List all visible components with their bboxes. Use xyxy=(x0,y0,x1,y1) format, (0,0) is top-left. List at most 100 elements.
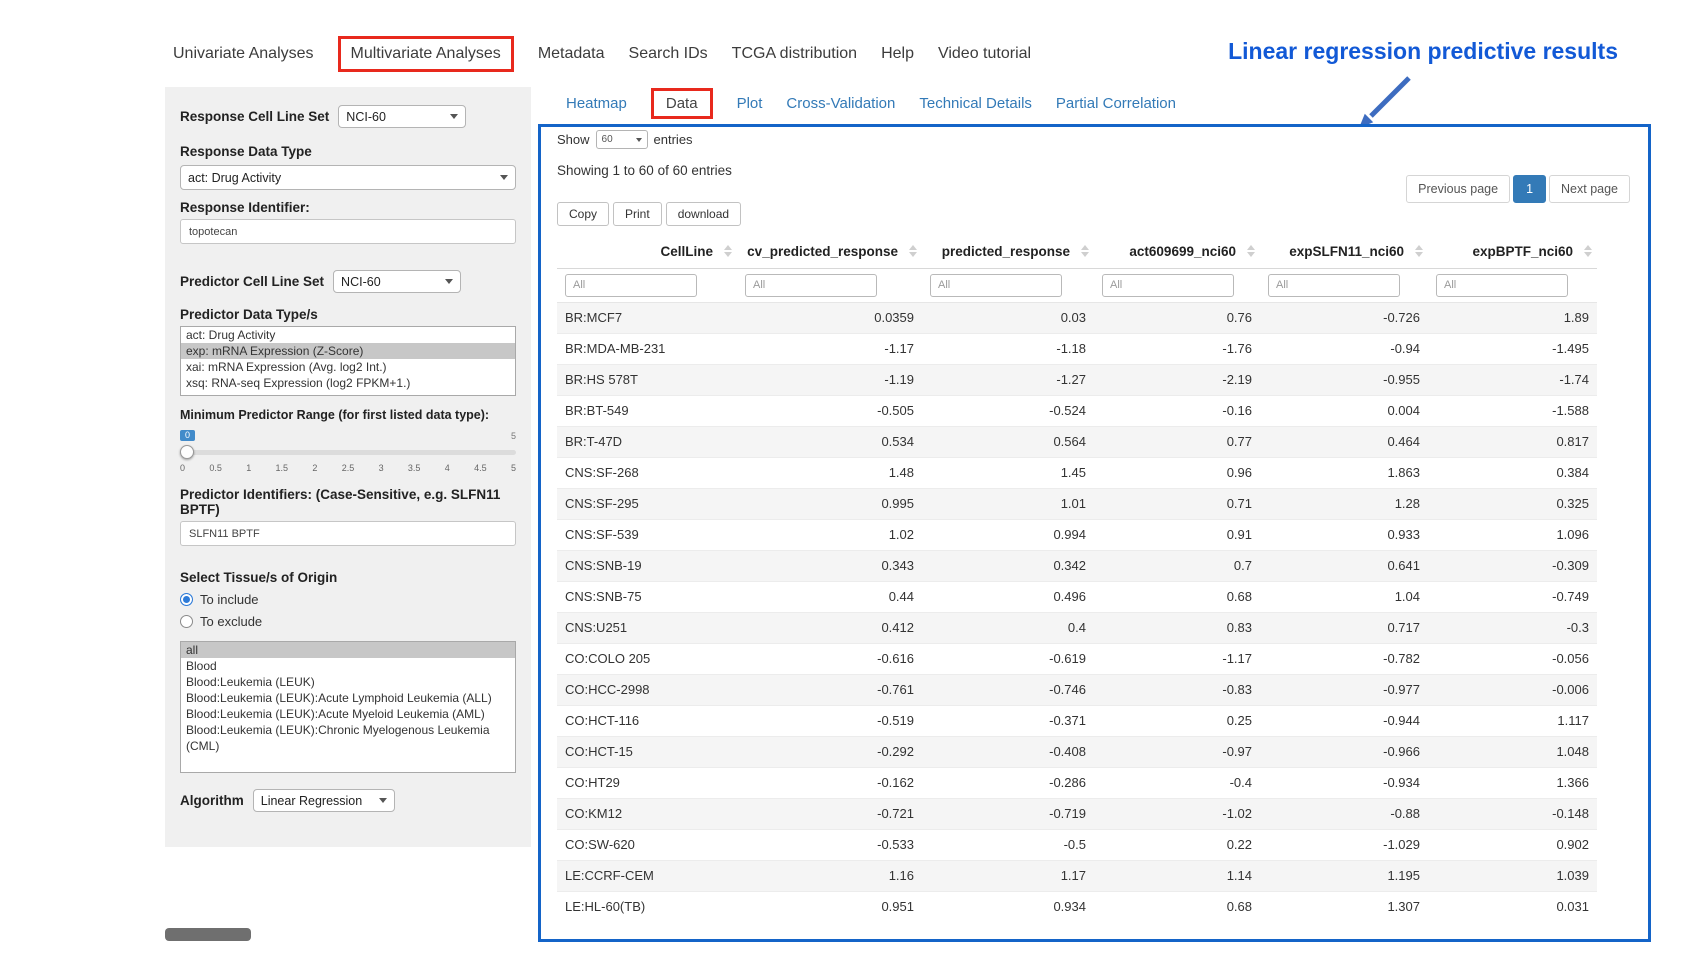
result-tab[interactable]: Partial Correlation xyxy=(1056,95,1176,112)
sort-icon[interactable] xyxy=(909,245,917,257)
slider-handle[interactable] xyxy=(180,445,194,459)
table-row[interactable]: CNS:SNB-75 0.44 0.496 0.68 1.04 -0.749 xyxy=(557,581,1597,612)
table-row[interactable]: CNS:SF-539 1.02 0.994 0.91 0.933 1.096 xyxy=(557,519,1597,550)
page-length-select[interactable]: 60 xyxy=(596,130,648,149)
table-row[interactable]: LE:HL-60(TB) 0.951 0.934 0.68 1.307 0.03… xyxy=(557,891,1597,922)
cell-expbptf: -1.495 xyxy=(1428,333,1597,364)
listbox-option[interactable]: xsq: RNA-seq Expression (log2 FPKM+1.) xyxy=(181,375,515,391)
table-row[interactable]: BR:MCF7 0.0359 0.03 0.76 -0.726 1.89 xyxy=(557,302,1597,333)
entries-label: entries xyxy=(654,132,693,147)
response-cell-line-set-select[interactable]: NCI-60 xyxy=(338,105,466,128)
nav-item[interactable]: Multivariate Analyses xyxy=(338,36,514,72)
response-identifier-input[interactable] xyxy=(180,219,516,244)
cell-cv-predicted-response: -0.761 xyxy=(737,674,922,705)
tissue-radio-option[interactable]: To include xyxy=(180,592,516,607)
slider-track[interactable] xyxy=(180,445,516,460)
filter-input-cellline[interactable] xyxy=(565,274,697,297)
filter-input-predicted-response[interactable] xyxy=(930,274,1062,297)
nav-item[interactable]: TCGA distribution xyxy=(732,45,857,63)
result-tab[interactable]: Cross-Validation xyxy=(786,95,895,112)
response-data-type-select[interactable]: act: Drug Activity xyxy=(180,165,516,190)
table-row[interactable]: CO:COLO 205 -0.616 -0.619 -1.17 -0.782 -… xyxy=(557,643,1597,674)
table-row[interactable]: CNS:SF-295 0.995 1.01 0.71 1.28 0.325 xyxy=(557,488,1597,519)
table-row[interactable]: BR:MDA-MB-231 -1.17 -1.18 -1.76 -0.94 -1… xyxy=(557,333,1597,364)
current-page-button[interactable]: 1 xyxy=(1513,175,1546,203)
column-header[interactable]: expSLFN11_nci60 xyxy=(1260,236,1428,268)
nav-item[interactable]: Video tutorial xyxy=(938,45,1031,63)
sort-icon[interactable] xyxy=(1247,245,1255,257)
listbox-option[interactable]: Blood:Leukemia (LEUK):Acute Lymphoid Leu… xyxy=(181,690,515,706)
table-row[interactable]: BR:HS 578T -1.19 -1.27 -2.19 -0.955 -1.7… xyxy=(557,364,1597,395)
nav-item[interactable]: Univariate Analyses xyxy=(173,45,314,63)
column-header[interactable]: act609699_nci60 xyxy=(1094,236,1260,268)
result-tab[interactable]: Heatmap xyxy=(566,95,627,112)
predictor-data-type-listbox[interactable]: act: Drug Activity exp: mRNA Expression … xyxy=(180,326,516,396)
cell-cellline: CNS:SF-539 xyxy=(557,519,737,550)
cell-predicted-response: -1.27 xyxy=(922,364,1094,395)
listbox-option[interactable]: Blood:Leukemia (LEUK):Chronic Myelogenou… xyxy=(181,722,515,754)
filter-input-cv-predicted-response[interactable] xyxy=(745,274,877,297)
table-row[interactable]: BR:T-47D 0.534 0.564 0.77 0.464 0.817 xyxy=(557,426,1597,457)
tissue-radio-option[interactable]: To exclude xyxy=(180,614,516,629)
sort-icon[interactable] xyxy=(1584,245,1592,257)
table-row[interactable]: CNS:SNB-19 0.343 0.342 0.7 0.641 -0.309 xyxy=(557,550,1597,581)
table-row[interactable]: CNS:U251 0.412 0.4 0.83 0.717 -0.3 xyxy=(557,612,1597,643)
listbox-option[interactable]: all xyxy=(181,642,515,658)
next-page-button[interactable]: Next page xyxy=(1549,175,1630,203)
filter-input-expbptf[interactable] xyxy=(1436,274,1568,297)
table-row[interactable]: CO:HCC-2998 -0.761 -0.746 -0.83 -0.977 -… xyxy=(557,674,1597,705)
nav-item[interactable]: Search IDs xyxy=(629,45,708,63)
cell-cellline: CO:HCT-116 xyxy=(557,705,737,736)
column-header[interactable]: predicted_response xyxy=(922,236,1094,268)
filter-input-expslfn11[interactable] xyxy=(1268,274,1400,297)
table-row[interactable]: CO:SW-620 -0.533 -0.5 0.22 -1.029 0.902 xyxy=(557,829,1597,860)
cell-cellline: BR:BT-549 xyxy=(557,395,737,426)
table-row[interactable]: CNS:SF-268 1.48 1.45 0.96 1.863 0.384 xyxy=(557,457,1597,488)
cell-cv-predicted-response: -1.17 xyxy=(737,333,922,364)
cell-predicted-response: -0.286 xyxy=(922,767,1094,798)
cell-predicted-response: -0.5 xyxy=(922,829,1094,860)
listbox-option[interactable]: Blood:Leukemia (LEUK):Acute Myeloid Leuk… xyxy=(181,706,515,722)
export-button[interactable]: Copy xyxy=(557,202,609,226)
slider-tick-label: 1.5 xyxy=(276,463,289,473)
previous-page-button[interactable]: Previous page xyxy=(1406,175,1510,203)
export-button[interactable]: Print xyxy=(613,202,662,226)
sort-icon[interactable] xyxy=(1081,245,1089,257)
slider-track-bar xyxy=(180,450,516,455)
nav-item[interactable]: Metadata xyxy=(538,45,605,63)
sort-icon[interactable] xyxy=(1415,245,1423,257)
cell-cv-predicted-response: 1.48 xyxy=(737,457,922,488)
predictor-identifiers-input[interactable] xyxy=(180,521,516,546)
listbox-option[interactable]: act: Drug Activity xyxy=(181,327,515,343)
table-row[interactable]: BR:BT-549 -0.505 -0.524 -0.16 0.004 -1.5… xyxy=(557,395,1597,426)
column-header[interactable]: expBPTF_nci60 xyxy=(1428,236,1597,268)
listbox-option[interactable]: Blood:Leukemia (LEUK) xyxy=(181,674,515,690)
filter-input-act609699[interactable] xyxy=(1102,274,1234,297)
cell-predicted-response: 0.994 xyxy=(922,519,1094,550)
table-row[interactable]: CO:KM12 -0.721 -0.719 -1.02 -0.88 -0.148 xyxy=(557,798,1597,829)
table-row[interactable]: CO:HCT-15 -0.292 -0.408 -0.97 -0.966 1.0… xyxy=(557,736,1597,767)
table-row[interactable]: CO:HT29 -0.162 -0.286 -0.4 -0.934 1.366 xyxy=(557,767,1597,798)
cell-expslfn11: 1.307 xyxy=(1260,891,1428,922)
sort-icon[interactable] xyxy=(724,245,732,257)
column-header[interactable]: CellLine xyxy=(557,236,737,268)
cell-act609699: 1.14 xyxy=(1094,860,1260,891)
predictor-cell-line-set-select[interactable]: NCI-60 xyxy=(333,270,461,293)
result-tab[interactable]: Plot xyxy=(737,95,763,112)
tissue-listbox[interactable]: all Blood Blood:Leukemia (LEUK) Blood:Le… xyxy=(180,641,516,773)
export-button[interactable]: download xyxy=(666,202,741,226)
result-tab[interactable]: Data xyxy=(651,88,713,119)
table-row[interactable]: CO:HCT-116 -0.519 -0.371 0.25 -0.944 1.1… xyxy=(557,705,1597,736)
nav-item[interactable]: Help xyxy=(881,45,914,63)
cell-expbptf: 0.031 xyxy=(1428,891,1597,922)
result-tab[interactable]: Technical Details xyxy=(919,95,1032,112)
listbox-option[interactable]: xai: mRNA Expression (Avg. log2 Int.) xyxy=(181,359,515,375)
cell-predicted-response: 1.01 xyxy=(922,488,1094,519)
listbox-option[interactable]: Blood xyxy=(181,658,515,674)
table-row[interactable]: LE:CCRF-CEM 1.16 1.17 1.14 1.195 1.039 xyxy=(557,860,1597,891)
algorithm-select[interactable]: Linear Regression xyxy=(253,789,395,812)
column-header[interactable]: cv_predicted_response xyxy=(737,236,922,268)
cell-expbptf: -1.588 xyxy=(1428,395,1597,426)
cell-cellline: CNS:SNB-19 xyxy=(557,550,737,581)
listbox-option[interactable]: exp: mRNA Expression (Z-Score) xyxy=(181,343,515,359)
